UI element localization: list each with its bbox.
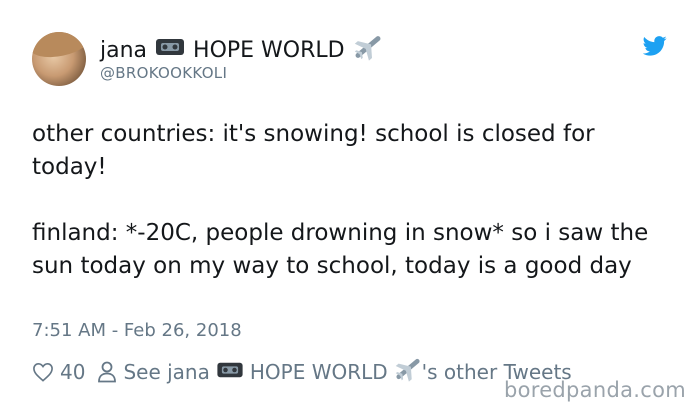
like-button[interactable]: 40 xyxy=(32,360,85,384)
tweet-paragraph-1: other countries: it's snowing! school is… xyxy=(32,121,595,180)
author-name-suffix[interactable]: HOPE WORLD xyxy=(193,37,345,65)
avatar[interactable] xyxy=(32,32,86,86)
heart-icon xyxy=(33,362,53,382)
see-other-tweets-prefix[interactable]: See jana xyxy=(123,360,209,384)
see-other-tweets-link[interactable]: See jana HOPE WORLD 's other Tweets xyxy=(97,356,572,387)
videocassette-icon xyxy=(216,360,244,384)
watermark: boredpanda.com xyxy=(503,378,686,402)
author-handle[interactable]: @BROKOOKKOLI xyxy=(100,64,227,82)
see-other-tweets-world[interactable]: HOPE WORLD xyxy=(250,360,388,384)
person-icon xyxy=(98,361,117,382)
tweet-timestamp[interactable]: 7:51 AM - Feb 26, 2018 xyxy=(32,320,242,341)
author-name[interactable]: jana xyxy=(100,37,147,65)
airplane-icon xyxy=(394,356,422,387)
tweet-card: jana HOPE WORLD @BROKOOKKOLI other count… xyxy=(0,0,700,413)
like-count: 40 xyxy=(60,359,86,384)
videocassette-icon xyxy=(155,37,185,65)
avatar-hair xyxy=(32,32,86,63)
airplane-icon xyxy=(353,33,383,69)
tweet-actions: 40 See jana HOPE WORLD 's other Tweets xyxy=(32,356,584,387)
twitter-bird-icon[interactable] xyxy=(643,36,667,56)
tweet-text: other countries: it's snowing! school is… xyxy=(32,118,672,283)
tweet-paragraph-2: finland: *-20C, people drowning in snow*… xyxy=(32,220,649,279)
